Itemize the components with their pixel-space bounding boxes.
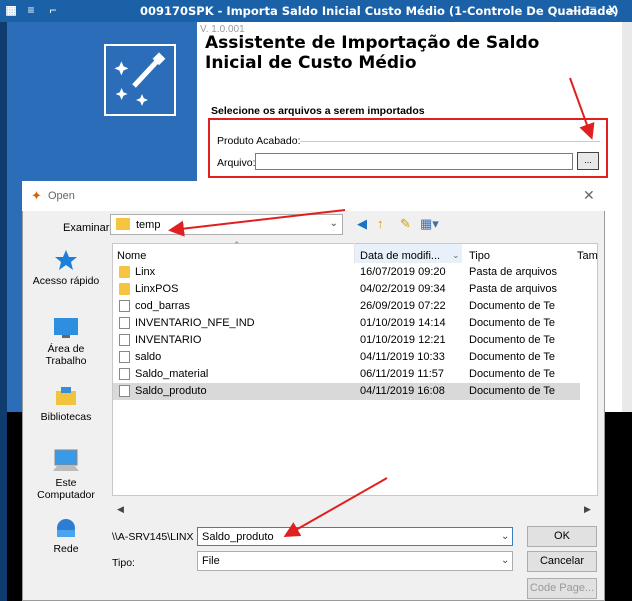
annotation-arrow-filename [283, 477, 388, 537]
annotation-arrows [168, 77, 595, 537]
annotation-arrow-folder [168, 209, 346, 237]
annotation-arrow-browse [569, 77, 595, 140]
